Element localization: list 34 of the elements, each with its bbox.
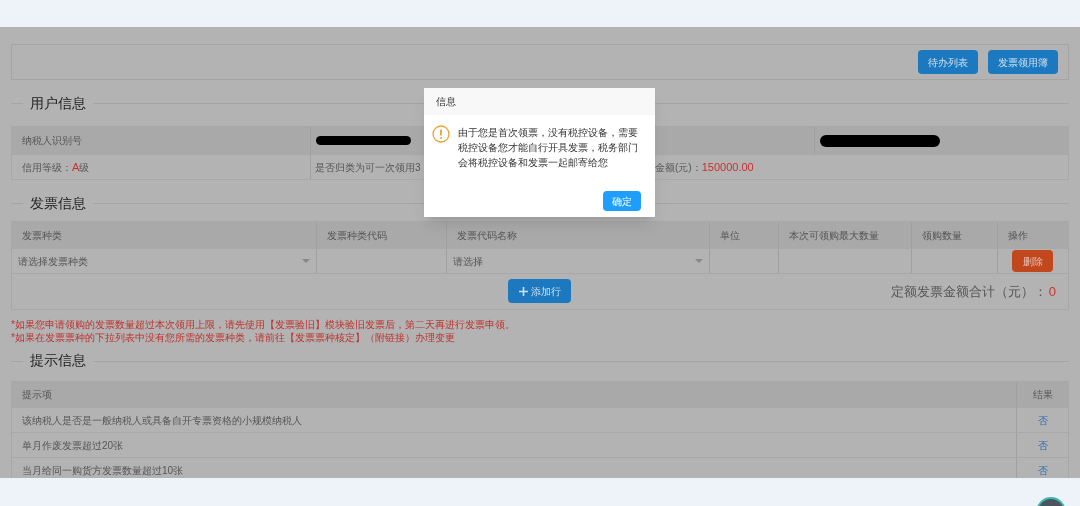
column-header: 发票种类 <box>22 228 62 243</box>
invoice-name-select[interactable]: 请选择 <box>453 253 483 269</box>
notice-text: *如果在发票票种的下拉列表中没有您所需的发票种类，请前往【发票票种核定】（附链接）办理变更 <box>11 331 456 344</box>
toolbar-button[interactable]: 发票领用簿 <box>988 50 1058 74</box>
dialog-message: 由于您是首次领票，没有税控设备，需要税控设备您才能自行开具发票，税务部门会将税控设备和发票一起邮寄给您 <box>458 126 639 170</box>
column-header: 发票代码名称 <box>457 228 517 243</box>
total-label: 定额发票金额合计（元）： <box>890 282 1047 301</box>
delete-button[interactable]: 删除 <box>1012 250 1053 272</box>
notice-text: *如果您申请领购的发票数量超过本次领用上限，请先使用【发票验旧】模块验旧发票后，第二天再进行发票申领。 <box>11 318 516 331</box>
column-header: 本次可领购最大数量 <box>789 228 879 243</box>
column-header: 单位 <box>720 228 740 243</box>
column-header: 领购数量 <box>922 228 962 243</box>
result-link[interactable]: 否 <box>1037 462 1048 478</box>
result-link[interactable]: 否 <box>1037 412 1048 428</box>
caret-icon <box>302 259 310 263</box>
caret-icon <box>695 259 703 263</box>
dialog-title: 信息 <box>436 95 456 109</box>
field-label: 金额(元)： <box>655 160 702 175</box>
table-cell-text: 单月作废发票超过20张 <box>22 438 124 453</box>
column-header: 结果 <box>1032 388 1053 402</box>
ok-button[interactable]: 确定 <box>603 191 641 211</box>
column-header: 操作 <box>1008 228 1028 243</box>
plus-icon <box>518 286 528 296</box>
add-row-button[interactable]: 添加行 <box>508 279 571 303</box>
result-link[interactable]: 否 <box>1037 437 1048 453</box>
credit-level: 信用等级：A级 <box>22 159 90 175</box>
total-value: 0 <box>1048 282 1056 301</box>
column-header: 提示项 <box>22 388 52 402</box>
invoice-type-select[interactable]: 请选择发票种类 <box>18 253 88 269</box>
column-header: 发票种类代码 <box>327 228 387 243</box>
warning-icon <box>432 125 450 143</box>
field-label: 纳税人识别号 <box>22 134 82 148</box>
field-value: 150000.00 <box>701 159 754 175</box>
toolbar-button[interactable]: 待办列表 <box>918 50 978 74</box>
